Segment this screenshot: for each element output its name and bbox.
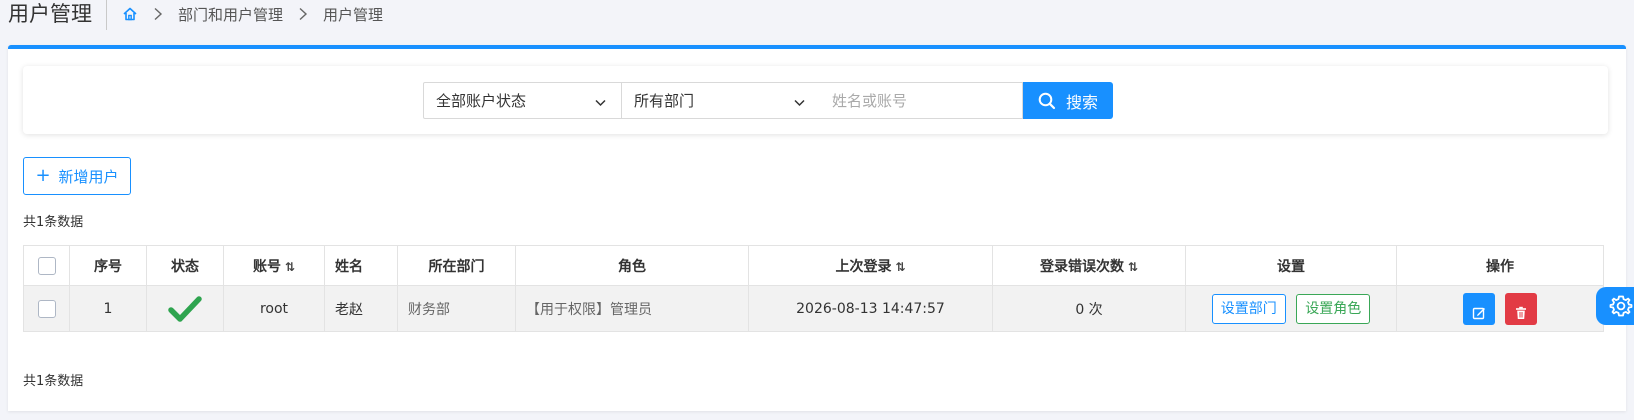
- select-all-checkbox[interactable]: [37, 256, 56, 275]
- page-title: 用户管理: [8, 2, 92, 26]
- table-row: 1 root 老赵 财务部 【用于权限】管理员 2026-08-13 14:47…: [23, 285, 1604, 332]
- row-actions: [1396, 285, 1604, 332]
- col-status: 状态: [146, 245, 224, 286]
- trash-icon: [1516, 306, 1527, 319]
- select-all-cell: [23, 245, 70, 286]
- edit-button[interactable]: [1462, 292, 1495, 325]
- table-header-row: 序号 状态 账号 ⇅ 姓名 所在部门 角色 上次登录 ⇅ 登录错误次数 ⇅ 设置 操作: [23, 245, 1604, 286]
- col-login-errors-label: 登录错误次数: [1039, 258, 1124, 275]
- filter-panel: 全部账户状态 所有部门 搜索: [23, 66, 1608, 134]
- record-count-bottom: 共1条数据: [23, 374, 84, 389]
- col-department: 所在部门: [397, 245, 516, 286]
- breadcrumb: 部门和用户管理 用户管理: [122, 2, 383, 26]
- row-account: root: [223, 285, 325, 332]
- chevron-right-icon: [297, 7, 309, 21]
- header-bar: 用户管理 部门和用户管理 用户管理: [0, 0, 1634, 46]
- row-settings: 设置部门 设置角色: [1185, 285, 1397, 332]
- main-card: 全部账户状态 所有部门 搜索 + 新增用户 共1条数据: [8, 45, 1626, 411]
- home-icon[interactable]: [122, 6, 138, 22]
- gear-icon: [1609, 295, 1633, 317]
- row-checkbox[interactable]: [37, 299, 56, 318]
- col-index: 序号: [69, 245, 147, 286]
- department-value: 所有部门: [634, 92, 695, 110]
- row-name: 老赵: [324, 285, 398, 332]
- check-icon: [168, 295, 202, 322]
- row-department: 财务部: [397, 285, 516, 332]
- header-divider: [106, 0, 107, 30]
- col-last-login[interactable]: 上次登录 ⇅: [748, 245, 993, 286]
- sort-icon[interactable]: ⇅: [1128, 260, 1138, 274]
- chevron-down-icon: [594, 95, 607, 108]
- search-button-label: 搜索: [1065, 92, 1098, 112]
- search-button[interactable]: 搜索: [1023, 82, 1113, 119]
- col-login-errors[interactable]: 登录错误次数 ⇅: [992, 245, 1186, 286]
- col-actions: 操作: [1396, 245, 1604, 286]
- sort-icon[interactable]: ⇅: [895, 260, 905, 274]
- col-role: 角色: [515, 245, 749, 286]
- department-select[interactable]: 所有部门: [621, 82, 821, 119]
- record-count-top: 共1条数据: [23, 215, 84, 230]
- chevron-right-icon: [152, 7, 164, 21]
- edit-icon: [1472, 307, 1485, 319]
- row-index: 1: [69, 285, 147, 332]
- search-icon: [1038, 92, 1056, 109]
- search-input[interactable]: [820, 82, 1023, 119]
- sort-icon[interactable]: ⇅: [285, 260, 295, 274]
- row-login-errors: 0 次: [992, 285, 1186, 332]
- add-user-label: 新增用户: [58, 167, 119, 186]
- breadcrumb-item-user-manage: 用户管理: [323, 5, 384, 24]
- account-status-value: 全部账户状态: [436, 92, 527, 110]
- add-user-button[interactable]: + 新增用户: [23, 157, 131, 195]
- col-settings: 设置: [1185, 245, 1397, 286]
- row-role: 【用于权限】管理员: [515, 285, 749, 332]
- col-name: 姓名: [324, 245, 398, 286]
- col-last-login-label: 上次登录: [835, 258, 892, 275]
- account-status-select[interactable]: 全部账户状态: [423, 82, 622, 119]
- chevron-down-icon: [793, 95, 806, 108]
- set-department-button[interactable]: 设置部门: [1211, 293, 1286, 324]
- user-table: 序号 状态 账号 ⇅ 姓名 所在部门 角色 上次登录 ⇅ 登录错误次数 ⇅ 设置 操作…: [23, 245, 1604, 332]
- row-last-login: 2026-08-13 14:47:57: [748, 285, 993, 332]
- delete-button[interactable]: [1505, 292, 1538, 325]
- col-account[interactable]: 账号 ⇅: [223, 245, 325, 286]
- row-select-cell: [23, 285, 70, 332]
- plus-icon: +: [35, 165, 51, 186]
- col-account-label: 账号: [252, 258, 281, 275]
- set-role-button[interactable]: 设置角色: [1296, 293, 1371, 324]
- breadcrumb-item-dept-user[interactable]: 部门和用户管理: [178, 4, 283, 25]
- row-status: [146, 285, 224, 332]
- settings-fab[interactable]: [1596, 287, 1634, 325]
